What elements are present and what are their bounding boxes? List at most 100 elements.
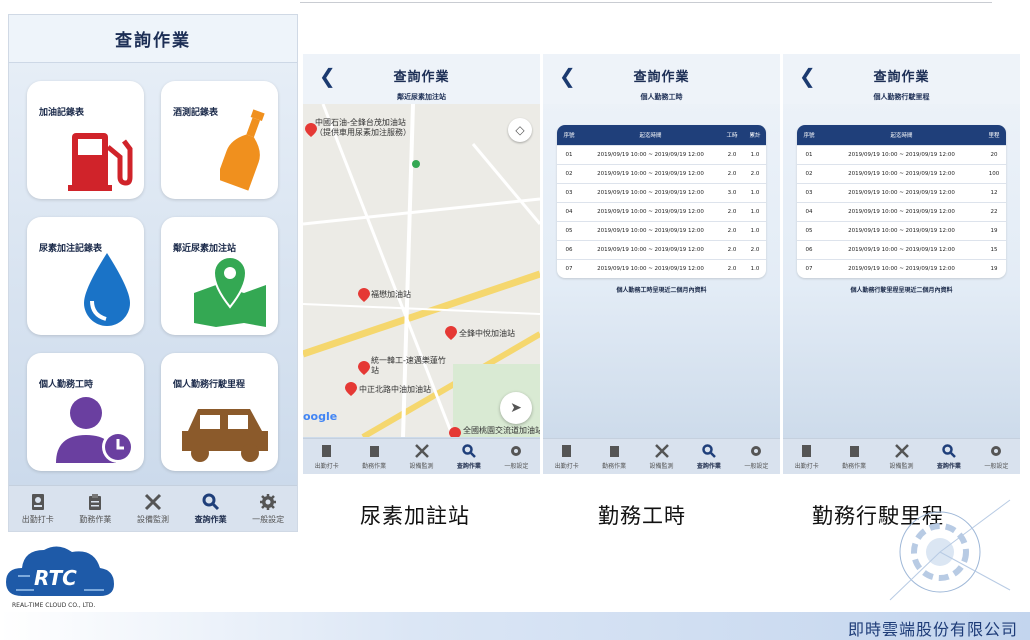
table-cell: 2019/09/19 10:00 ~ 2019/09/19 12:00 bbox=[848, 266, 955, 272]
tech-circle-decoration bbox=[889, 499, 1011, 601]
tab-equipment-monitor[interactable]: 設備監測 bbox=[878, 439, 925, 474]
station-map[interactable]: 中國石油-全鋒台茂加油站（提供車用尿素加注服務） 福懋加油站 全鋒中悅加油站 統… bbox=[303, 104, 540, 437]
col-header: 里程 bbox=[988, 133, 1000, 139]
tab-query[interactable]: 查詢作業 bbox=[925, 439, 972, 474]
card-work-hours[interactable]: 個人勤務工時 bbox=[27, 353, 144, 471]
tab-label: 設備監測 bbox=[409, 462, 434, 470]
tab-clock-in[interactable]: 出勤打卡 bbox=[303, 439, 350, 474]
table-cell: 22 bbox=[990, 209, 998, 215]
station-label: 全鋒中悅加油站 bbox=[459, 329, 515, 338]
card-fuel-record[interactable]: 加油記錄表 bbox=[27, 81, 144, 199]
tab-settings[interactable]: 一般設定 bbox=[733, 439, 780, 474]
table-row: 06 2019/09/19 10:00 ~ 2019/09/19 12:00 15 bbox=[797, 240, 1006, 259]
page-title: 查詢作業 bbox=[393, 70, 450, 85]
station-label: 福懋加油站 bbox=[371, 290, 411, 299]
table-cell: 100 bbox=[988, 171, 1000, 177]
tab-query[interactable]: 查詢作業 bbox=[685, 439, 732, 474]
table-cell: 1.0 bbox=[750, 266, 760, 272]
station-label: 中國石油-全鋒台茂加油站（提供車用尿素加注服務） bbox=[315, 118, 411, 137]
rtc-logo: RTC REAL-TIME CLOUD CO., LTD. bbox=[4, 540, 116, 612]
id-card-icon bbox=[322, 444, 332, 457]
gear-icon bbox=[991, 445, 1002, 456]
table-cell: 2019/09/19 10:00 ~ 2019/09/19 12:00 bbox=[848, 209, 955, 215]
page-title: 查詢作業 bbox=[873, 70, 930, 85]
station-pin[interactable] bbox=[345, 381, 357, 396]
tab-label: 查詢作業 bbox=[456, 462, 481, 470]
tab-settings[interactable]: 一般設定 bbox=[493, 439, 540, 474]
table-row: 02 2019/09/19 10:00 ~ 2019/09/19 12:00 100 bbox=[797, 164, 1006, 183]
tab-equipment-monitor[interactable]: 設備監測 bbox=[638, 439, 685, 474]
phone-nearby-stations: ❮ 查詢作業 鄰近尿素加注站 中國石油-全鋒台茂加油站（提供車用尿素加注服務） … bbox=[303, 54, 540, 474]
card-nearby-urea-station[interactable]: 鄰近尿素加注站 bbox=[161, 217, 278, 335]
table-cell: 2019/09/19 10:00 ~ 2019/09/19 12:00 bbox=[597, 190, 704, 196]
footer-bar: 即時雲端股份有限公司 bbox=[0, 612, 1030, 640]
table-cell: 06 bbox=[805, 247, 813, 253]
layers-icon[interactable]: ◇ bbox=[508, 118, 532, 142]
table-cell: 3.0 bbox=[727, 190, 737, 196]
tab-settings[interactable]: 一般設定 bbox=[239, 486, 297, 531]
tab-duty-work[interactable]: 勤務作業 bbox=[67, 486, 125, 531]
card-alcohol-record[interactable]: 酒測記錄表 bbox=[161, 81, 278, 199]
table-cell: 2019/09/19 10:00 ~ 2019/09/19 12:00 bbox=[848, 228, 955, 234]
station-label: 中正北路中油加油站 bbox=[359, 385, 431, 394]
card-label: 個人勤務行駛里程 bbox=[173, 380, 246, 390]
table-cell: 05 bbox=[565, 228, 573, 234]
tab-clock-in[interactable]: 出勤打卡 bbox=[783, 439, 830, 474]
station-pin[interactable] bbox=[449, 426, 461, 437]
gas-pump-icon bbox=[68, 133, 133, 191]
table-cell: 1.0 bbox=[750, 209, 760, 215]
page-title: 查詢作業 bbox=[9, 15, 297, 63]
station-pin[interactable] bbox=[445, 325, 457, 340]
tab-settings[interactable]: 一般設定 bbox=[973, 439, 1020, 474]
table-cell: 2019/09/19 10:00 ~ 2019/09/19 12:00 bbox=[848, 247, 955, 253]
locate-icon[interactable]: ➤ bbox=[500, 392, 532, 424]
tab-equipment-monitor[interactable]: 設備監測 bbox=[398, 439, 445, 474]
station-pin[interactable] bbox=[358, 360, 370, 375]
table-cell: 04 bbox=[565, 209, 573, 215]
col-header: 工時 bbox=[726, 133, 738, 139]
id-card-icon bbox=[562, 444, 572, 457]
tab-clock-in[interactable]: 出勤打卡 bbox=[9, 486, 67, 531]
station-pin[interactable] bbox=[358, 287, 370, 302]
card-urea-record[interactable]: 尿素加注記錄表 bbox=[27, 217, 144, 335]
table-cell: 2019/09/19 10:00 ~ 2019/09/19 12:00 bbox=[848, 152, 955, 158]
tab-equipment-monitor[interactable]: 設備監測 bbox=[124, 486, 182, 531]
company-name: 即時雲端股份有限公司 bbox=[847, 620, 1018, 639]
logo-text: RTC bbox=[34, 566, 77, 590]
table-cell: 2.0 bbox=[727, 152, 737, 158]
table-cell: 2019/09/19 10:00 ~ 2019/09/19 12:00 bbox=[597, 247, 704, 253]
table-cell: 2019/09/19 10:00 ~ 2019/09/19 12:00 bbox=[848, 171, 955, 177]
table-cell: 15 bbox=[990, 247, 998, 253]
bottom-tab-bar: 出勤打卡 勤務作業 設備監測 查詢作業 一般設定 bbox=[303, 438, 540, 474]
tab-label: 出勤打卡 bbox=[21, 514, 54, 524]
tab-duty-work[interactable]: 勤務作業 bbox=[350, 439, 397, 474]
tab-label: 查詢作業 bbox=[194, 514, 227, 524]
tab-clock-in[interactable]: 出勤打卡 bbox=[543, 439, 590, 474]
card-label: 個人勤務工時 bbox=[39, 380, 94, 390]
table-cell: 2019/09/19 10:00 ~ 2019/09/19 12:00 bbox=[597, 171, 704, 177]
table-row: 04 2019/09/19 10:00 ~ 2019/09/19 12:00 2.0… bbox=[557, 202, 766, 221]
table-cell: 19 bbox=[990, 266, 998, 272]
table-cell: 2019/09/19 10:00 ~ 2019/09/19 12:00 bbox=[597, 266, 704, 272]
table-cell: 2019/09/19 10:00 ~ 2019/09/19 12:00 bbox=[597, 209, 704, 215]
table-note: 個人勤務工時呈現近二個月內資料 bbox=[616, 287, 707, 294]
tab-duty-work[interactable]: 勤務作業 bbox=[590, 439, 637, 474]
map-pin-icon bbox=[194, 255, 266, 327]
tab-query[interactable]: 查詢作業 bbox=[445, 439, 492, 474]
tools-icon bbox=[894, 443, 909, 458]
station-label: 全國桃園交流道加油站 bbox=[463, 426, 540, 435]
tab-query[interactable]: 查詢作業 bbox=[182, 486, 240, 531]
gear-icon bbox=[511, 445, 522, 456]
tab-duty-work[interactable]: 勤務作業 bbox=[830, 439, 877, 474]
table-cell: 2.0 bbox=[727, 228, 737, 234]
table-cell: 2019/09/19 10:00 ~ 2019/09/19 12:00 bbox=[848, 190, 955, 196]
table-cell: 19 bbox=[990, 228, 998, 234]
bottom-tab-bar: 出勤打卡 勤務作業 設備監測 查詢作業 一般設定 bbox=[783, 438, 1020, 474]
col-header: 累計 bbox=[749, 133, 761, 139]
clipboard-icon bbox=[609, 445, 619, 457]
page-header: ❮ 查詢作業 個人勤務工時 bbox=[543, 54, 780, 104]
tab-label: 設備監測 bbox=[649, 462, 674, 470]
tab-label: 出勤打卡 bbox=[794, 462, 819, 470]
card-mileage[interactable]: 個人勤務行駛里程 bbox=[161, 353, 278, 471]
bottom-tab-bar: 出勤打卡 勤務作業 設備監測 查詢作業 一般設定 bbox=[543, 438, 780, 474]
